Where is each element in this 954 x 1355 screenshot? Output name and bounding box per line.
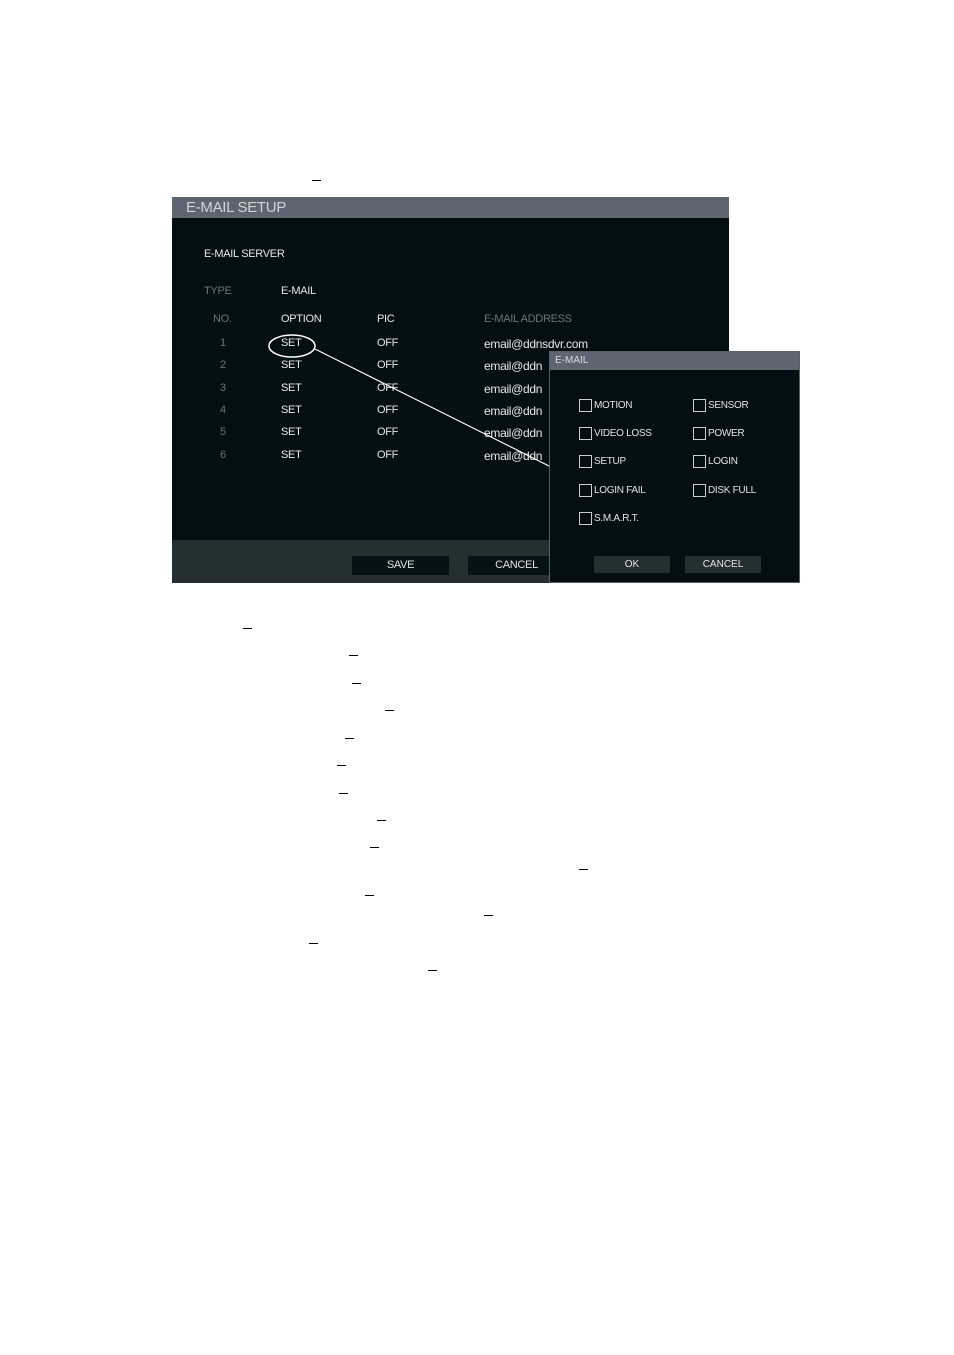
option-set-button[interactable]: SET bbox=[281, 337, 302, 349]
page-mark bbox=[370, 847, 379, 848]
type-value[interactable]: E-MAIL bbox=[281, 285, 316, 297]
dialog-title: E-MAIL bbox=[550, 352, 799, 370]
email-address[interactable]: email@ddn bbox=[484, 359, 542, 373]
checkbox-sensor[interactable]: SENSOR bbox=[693, 399, 749, 412]
option-set-button[interactable]: SET bbox=[281, 449, 302, 461]
page-mark bbox=[352, 683, 361, 684]
pic-toggle[interactable]: OFF bbox=[377, 382, 398, 394]
checkbox-icon[interactable] bbox=[693, 399, 706, 412]
section-label: E-MAIL SERVER bbox=[204, 248, 285, 260]
window-title: E-MAIL SETUP bbox=[172, 197, 729, 218]
checkbox-label: VIDEO LOSS bbox=[594, 428, 652, 439]
pic-toggle[interactable]: OFF bbox=[377, 449, 398, 461]
header-option: OPTION bbox=[281, 313, 322, 325]
email-address[interactable]: email@ddn bbox=[484, 382, 542, 396]
option-set-button[interactable]: SET bbox=[281, 359, 302, 371]
checkbox-disk-full[interactable]: DISK FULL bbox=[693, 484, 756, 497]
checkbox-motion[interactable]: MOTION bbox=[579, 399, 633, 412]
checkbox-video-loss[interactable]: VIDEO LOSS bbox=[579, 427, 652, 440]
checkbox-icon[interactable] bbox=[579, 512, 592, 525]
email-address[interactable]: email@ddnsdvr.com bbox=[484, 337, 588, 351]
checkbox-label: SENSOR bbox=[708, 400, 749, 411]
checkbox-icon[interactable] bbox=[579, 455, 592, 468]
checkbox-label: DISK FULL bbox=[708, 485, 756, 496]
page-mark bbox=[385, 710, 394, 711]
checkbox-icon[interactable] bbox=[693, 455, 706, 468]
checkbox-label: POWER bbox=[708, 428, 745, 439]
checkbox-icon[interactable] bbox=[693, 427, 706, 440]
save-button[interactable]: SAVE bbox=[352, 556, 449, 575]
page-mark bbox=[428, 970, 437, 971]
checkbox-setup[interactable]: SETUP bbox=[579, 455, 626, 468]
pic-toggle[interactable]: OFF bbox=[377, 404, 398, 416]
checkbox-label: LOGIN bbox=[708, 456, 738, 467]
page-mark bbox=[309, 943, 318, 944]
checkbox-icon[interactable] bbox=[579, 427, 592, 440]
row-number: 4 bbox=[220, 404, 226, 416]
row-number: 3 bbox=[220, 382, 226, 394]
option-set-button[interactable]: SET bbox=[281, 382, 302, 394]
pic-toggle[interactable]: OFF bbox=[377, 337, 398, 349]
header-no: NO. bbox=[213, 313, 232, 325]
page-mark bbox=[365, 895, 374, 896]
checkbox-icon[interactable] bbox=[579, 399, 592, 412]
checkbox-label: MOTION bbox=[594, 400, 633, 411]
row-number: 1 bbox=[220, 337, 226, 349]
page-mark bbox=[484, 915, 493, 916]
page-mark bbox=[345, 738, 354, 739]
header-pic: PIC bbox=[377, 313, 395, 325]
pic-toggle[interactable]: OFF bbox=[377, 426, 398, 438]
checkbox-label: S.M.A.R.T. bbox=[594, 513, 639, 524]
option-set-button[interactable]: SET bbox=[281, 404, 302, 416]
checkbox-label: LOGIN FAIL bbox=[594, 485, 646, 496]
option-set-button[interactable]: SET bbox=[281, 426, 302, 438]
email-options-dialog: E-MAIL MOTION SENSOR VIDEO LOSS POWER SE… bbox=[549, 351, 800, 583]
row-number: 6 bbox=[220, 449, 226, 461]
type-label: TYPE bbox=[204, 285, 232, 297]
checkbox-label: SETUP bbox=[594, 456, 626, 467]
row-number: 2 bbox=[220, 359, 226, 371]
page-mark bbox=[339, 793, 348, 794]
checkbox-login-fail[interactable]: LOGIN FAIL bbox=[579, 484, 646, 497]
pic-toggle[interactable]: OFF bbox=[377, 359, 398, 371]
checkbox-icon[interactable] bbox=[693, 484, 706, 497]
checkbox-smart[interactable]: S.M.A.R.T. bbox=[579, 512, 639, 525]
page-mark bbox=[579, 869, 588, 870]
header-address: E-MAIL ADDRESS bbox=[484, 313, 572, 325]
email-address[interactable]: email@ddn bbox=[484, 404, 542, 418]
ok-button[interactable]: OK bbox=[594, 556, 670, 573]
checkbox-login[interactable]: LOGIN bbox=[693, 455, 738, 468]
dialog-cancel-button[interactable]: CANCEL bbox=[685, 556, 761, 573]
page-mark bbox=[377, 820, 386, 821]
page-mark bbox=[349, 655, 358, 656]
page-mark bbox=[312, 180, 321, 181]
row-number: 5 bbox=[220, 426, 226, 438]
email-address[interactable]: email@ddn bbox=[484, 449, 542, 463]
checkbox-icon[interactable] bbox=[579, 484, 592, 497]
checkbox-power[interactable]: POWER bbox=[693, 427, 745, 440]
page-mark bbox=[337, 765, 346, 766]
email-address[interactable]: email@ddn bbox=[484, 426, 542, 440]
page-mark bbox=[243, 628, 252, 629]
